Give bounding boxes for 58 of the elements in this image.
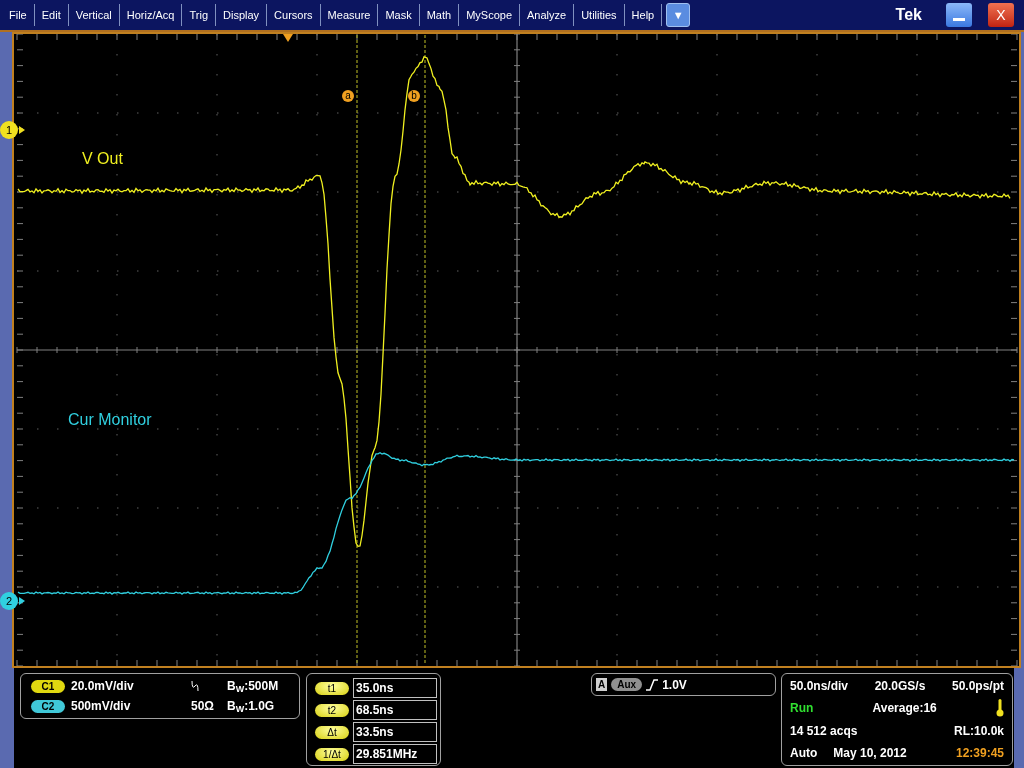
trigger-mode-badge: A <box>596 678 608 691</box>
record-length: RL:10.0k <box>953 722 1004 740</box>
cursor-badge[interactable]: 1/Δt <box>315 747 349 761</box>
channel-badge[interactable]: C2 <box>31 699 65 713</box>
acquisition-mode: Average:16 <box>872 700 937 718</box>
channel-scale: 20.0mV/div <box>71 678 135 695</box>
trigger-level: 1.0V <box>662 676 687 694</box>
run-status: Run <box>790 700 814 718</box>
arrow-icon <box>19 126 25 134</box>
cursor-line[interactable] <box>356 34 358 666</box>
resolution-label: 50.0ps/pt <box>951 678 1004 695</box>
trigger-mode: Auto <box>790 745 818 762</box>
thermometer-icon <box>996 699 1004 718</box>
brand-logo: Tek <box>895 5 922 25</box>
cursor-badge[interactable]: t2 <box>315 703 349 717</box>
cursor-value: 33.5ns <box>353 722 437 742</box>
menu-item[interactable]: Math <box>419 4 460 26</box>
termination-label: 50Ω <box>191 698 214 715</box>
close-button[interactable]: X <box>988 3 1014 27</box>
acquisition-count: 14 512 acqs <box>790 722 858 740</box>
bandwidth-label: B$_{W}$:500M <box>227 678 279 695</box>
minimize-button[interactable] <box>946 3 972 27</box>
menu-item[interactable]: Help <box>624 4 663 26</box>
menu-item[interactable]: Display <box>216 4 268 26</box>
trace-label: Cur Monitor <box>68 410 152 430</box>
cursor-badge[interactable]: t1 <box>315 681 349 695</box>
date-label: May 10, 2012 <box>833 745 907 762</box>
rising-edge-icon <box>646 678 659 691</box>
menu-item[interactable]: Vertical <box>68 4 120 26</box>
arrow-icon <box>19 597 25 605</box>
time-label: 12:39:45 <box>955 745 1004 762</box>
menu-item[interactable]: Utilities <box>574 4 625 26</box>
trace-label: V Out <box>82 149 123 169</box>
menu-item[interactable]: Horiz/Acq <box>119 4 183 26</box>
channel-badge[interactable]: C1 <box>31 679 65 693</box>
bandwidth-label: B$_{W}$:1.0G <box>227 698 275 715</box>
channel-marker[interactable]: 2 <box>0 592 18 610</box>
channel-marker[interactable]: 1 <box>0 121 18 139</box>
menu-item[interactable]: MyScope <box>459 4 520 26</box>
menu-item[interactable]: File <box>2 4 35 26</box>
cursor-value: 29.851MHz <box>353 744 437 764</box>
channel-scale: 500mV/div <box>71 698 132 715</box>
bandwidth-limit-icon <box>191 680 199 692</box>
sample-rate: 20.0GS/s <box>874 678 926 695</box>
trigger-source-badge[interactable]: Aux <box>611 678 643 691</box>
minimize-icon <box>953 18 965 21</box>
timebase-scale: 50.0ns/div <box>790 678 849 695</box>
menu-item[interactable]: Trig <box>182 4 216 26</box>
menu-item[interactable]: Measure <box>320 4 379 26</box>
cursor-badge[interactable]: Δt <box>315 725 349 739</box>
cursor-value: 68.5ns <box>353 700 437 720</box>
cursor-line[interactable] <box>424 34 426 666</box>
menu-item[interactable]: Edit <box>34 4 69 26</box>
menu-item[interactable]: Mask <box>378 4 420 26</box>
menu-item[interactable]: Cursors <box>267 4 321 26</box>
menu-item[interactable]: Analyze <box>520 4 575 26</box>
cursor-value: 35.0ns <box>353 678 437 698</box>
trigger-position-icon[interactable] <box>283 34 293 42</box>
